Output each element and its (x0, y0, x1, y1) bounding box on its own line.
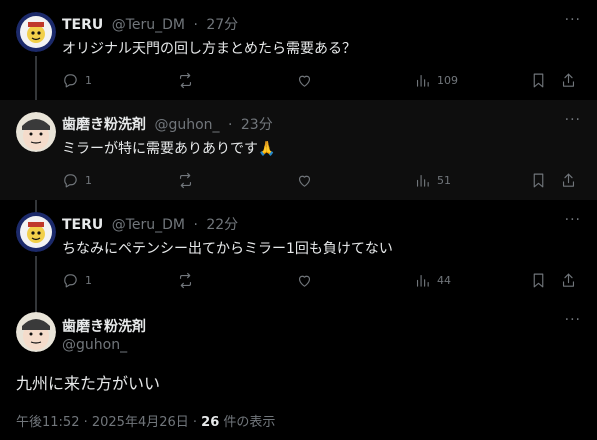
repost-icon (179, 272, 192, 289)
more-options-button[interactable]: ··· (565, 312, 581, 328)
views-count: 51 (437, 174, 451, 187)
separator: · (193, 17, 198, 33)
share-button[interactable] (560, 172, 577, 189)
views-button[interactable]: 51 (414, 172, 451, 189)
more-options-button[interactable]: ··· (565, 12, 581, 28)
author-handle[interactable]: @Teru_DM (112, 17, 185, 33)
main-post-views-label: 件の表示 (219, 415, 276, 430)
bookmark-icon (533, 73, 544, 88)
like-button[interactable] (296, 172, 313, 189)
post-header: TERU @Teru_DM · 22分 (62, 214, 238, 234)
post-header: TERU @Teru_DM · 27分 (62, 14, 238, 34)
reply-count: 1 (85, 74, 92, 87)
views-icon (416, 174, 429, 187)
bookmark-button[interactable] (530, 72, 547, 89)
post-time[interactable]: 27分 (206, 17, 238, 33)
separator: · (227, 117, 233, 133)
share-icon (562, 73, 575, 87)
post-text: ちなみにペテンシー出てからミラー1回も負けてない (62, 241, 393, 257)
repost-button[interactable] (177, 72, 194, 89)
action-bar: 1 44 (62, 272, 583, 292)
views-button[interactable]: 109 (414, 72, 458, 89)
bookmark-icon (533, 173, 544, 188)
author-handle[interactable]: @guhon_ (154, 117, 219, 133)
reply-button[interactable]: 1 (62, 72, 92, 89)
share-button[interactable] (560, 272, 577, 289)
action-bar: 1 51 (62, 172, 583, 192)
reply-count: 1 (85, 174, 92, 187)
like-button[interactable] (296, 72, 313, 89)
author-handle[interactable]: @Teru_DM (112, 217, 185, 233)
post-text: オリジナル天門の回し方まとめたら需要ある？ (62, 41, 356, 57)
reply-icon (64, 74, 77, 88)
guhon-avatar-icon[interactable] (16, 112, 56, 152)
views-button[interactable]: 44 (414, 272, 451, 289)
share-button[interactable] (560, 72, 577, 89)
share-icon (562, 173, 575, 187)
reply-button[interactable]: 1 (62, 172, 92, 189)
views-count: 44 (437, 274, 451, 287)
post-header: 歯磨き粉洗剤 @guhon_ · 23分 (62, 114, 273, 134)
share-icon (562, 273, 575, 287)
views-count: 109 (437, 74, 458, 87)
post-time[interactable]: 23分 (241, 117, 273, 133)
reply-count: 1 (85, 274, 92, 287)
reply-button[interactable]: 1 (62, 272, 92, 289)
author-name[interactable]: TERU (62, 217, 103, 233)
main-author-handle[interactable]: @guhon_ (62, 337, 127, 353)
main-author-name[interactable]: 歯磨き粉洗剤 (62, 316, 146, 336)
action-bar: 1 109 (62, 72, 583, 92)
guhon-avatar-icon[interactable] (16, 312, 56, 352)
views-icon (416, 274, 429, 287)
bookmark-button[interactable] (530, 172, 547, 189)
post-time[interactable]: 22分 (206, 217, 238, 233)
teru-avatar-icon[interactable] (16, 12, 56, 52)
reply-icon (64, 274, 77, 288)
reply-post[interactable]: TERU @Teru_DM · 22分 ··· ちなみにペテンシー出てからミラー… (0, 200, 597, 300)
bookmark-icon (533, 273, 544, 288)
heart-icon (298, 275, 311, 287)
repost-icon (179, 172, 192, 189)
separator: · (193, 217, 198, 233)
more-options-button[interactable]: ··· (565, 112, 581, 128)
reply-icon (64, 174, 77, 188)
heart-icon (298, 175, 311, 187)
like-button[interactable] (296, 272, 313, 289)
repost-icon (179, 72, 192, 89)
views-icon (416, 74, 429, 87)
reply-post[interactable]: TERU @Teru_DM · 27分 ··· オリジナル天門の回し方まとめたら… (0, 0, 597, 100)
main-post-views-count: 26 (201, 415, 220, 430)
heart-icon (298, 75, 311, 87)
teru-avatar-icon[interactable] (16, 212, 56, 252)
main-post-text: 九州に来た方がいい (16, 374, 161, 393)
main-post-meta: 午後11:52 · 2025年4月26日 · 26 件の表示 (16, 411, 275, 430)
main-post-timestamp[interactable]: 午後11:52 · 2025年4月26日 · (16, 415, 201, 430)
more-options-button[interactable]: ··· (565, 212, 581, 228)
repost-button[interactable] (177, 272, 194, 289)
author-name[interactable]: TERU (62, 17, 103, 33)
post-text: ミラーが特に需要ありありです🙏 (62, 141, 276, 157)
repost-button[interactable] (177, 172, 194, 189)
bookmark-button[interactable] (530, 272, 547, 289)
author-name[interactable]: 歯磨き粉洗剤 (62, 117, 146, 133)
reply-post[interactable]: 歯磨き粉洗剤 @guhon_ · 23分 ··· ミラーが特に需要ありありです🙏… (0, 100, 597, 200)
